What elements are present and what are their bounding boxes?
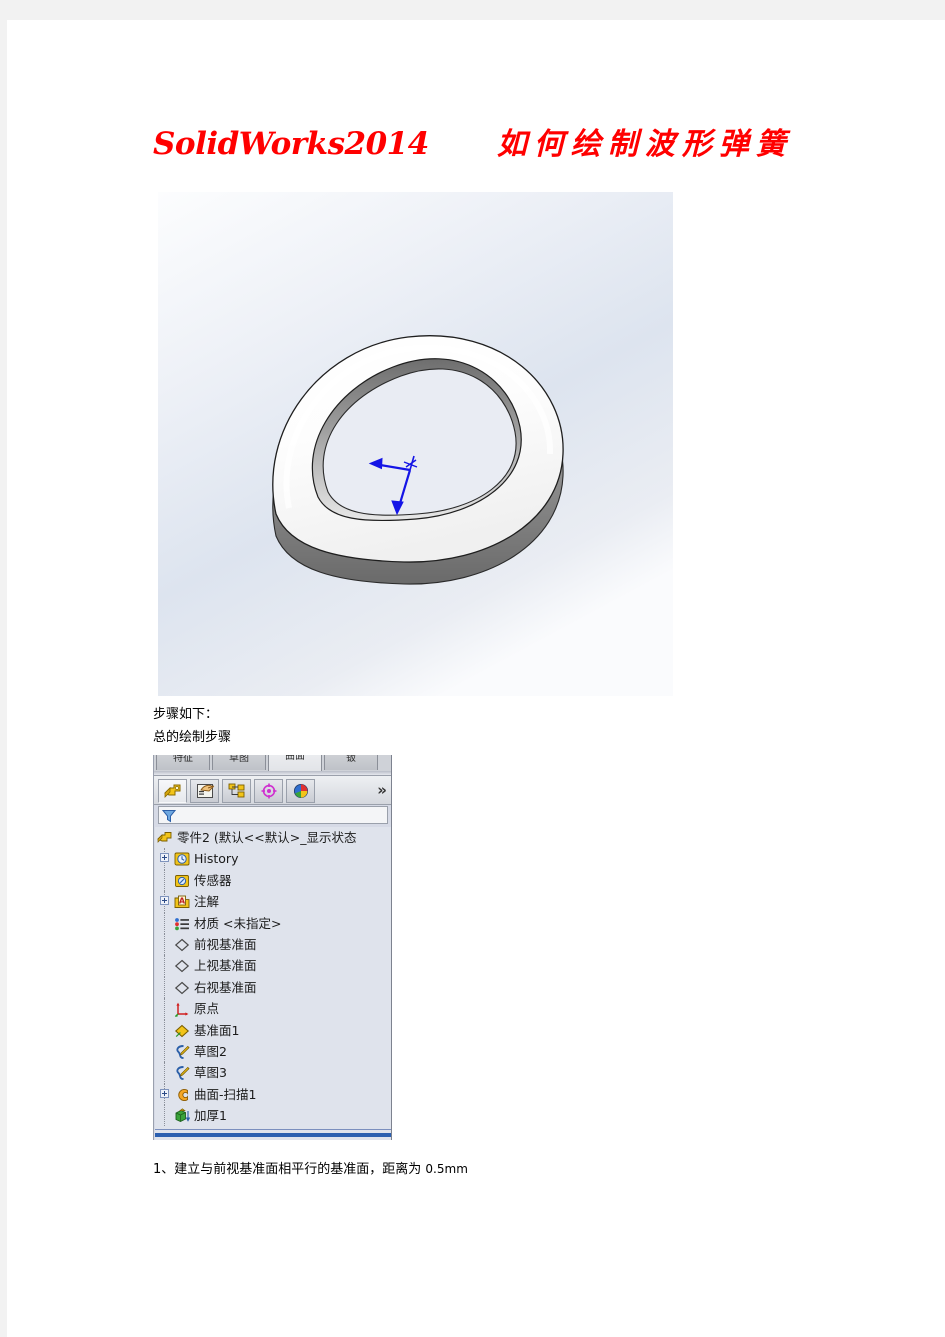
tree-item-label: 注解 <box>194 894 220 910</box>
plane-yellow-icon <box>174 1023 190 1039</box>
sketch-icon <box>174 1065 190 1081</box>
command-tab-surfaces[interactable]: 曲面 <box>268 755 322 771</box>
tree-item-material[interactable]: 材质 <未指定> <box>155 912 391 934</box>
tree-item-history[interactable]: History <box>155 848 391 870</box>
expand-toggle-icon[interactable] <box>160 1088 169 1098</box>
tree-guide-line <box>164 869 166 892</box>
feature-manager-design-tree-tab[interactable] <box>158 779 187 803</box>
expand-toggle-icon[interactable] <box>160 896 169 906</box>
tree-item-label: 草图3 <box>194 1065 227 1081</box>
tree-item-top-plane[interactable]: 上视基准面 <box>155 955 391 977</box>
tree-item-plane1[interactable]: 基准面1 <box>155 1019 391 1041</box>
tree-guide-line <box>164 998 166 1020</box>
tree-guide-line <box>164 933 166 956</box>
tree-guide-line <box>164 976 166 999</box>
tree-item-part-root[interactable]: 零件2 (默认<<默认>_显示状态 <box>155 827 391 848</box>
manager-tabs-overflow-button[interactable]: » <box>377 782 387 798</box>
feature-tree-icon <box>163 784 180 798</box>
panel-scroll-thumb[interactable] <box>155 1133 391 1137</box>
step-1-distance-value: 0.5mm <box>425 1162 468 1176</box>
command-tab-sketch[interactable]: 草图 <box>212 755 266 770</box>
filter-funnel-icon <box>162 810 176 823</box>
origin-icon <box>174 1001 190 1018</box>
tree-item-label: 前视基准面 <box>194 936 257 952</box>
overview-label: 总的绘制步骤 <box>153 730 232 745</box>
tree-item-label: 零件2 (默认<<默认>_显示状态 <box>177 830 357 845</box>
part-icon <box>157 830 173 846</box>
surface-sweep-icon <box>174 1087 190 1103</box>
dimxpert-manager-tab[interactable] <box>254 779 283 803</box>
command-tab-features[interactable]: 特征 <box>156 755 210 770</box>
tree-item-sensors[interactable]: 传感器 <box>155 869 391 892</box>
plane-icon <box>174 937 190 953</box>
step-1-text: 1、建立与前视基准面相平行的基准面，距离为 0.5mm <box>153 1158 468 1177</box>
tree-item-label: History <box>194 851 239 867</box>
plane-icon <box>174 980 190 996</box>
command-manager-tabs: 特征 草图 曲面 钣 <box>154 755 391 771</box>
tree-guide-line <box>164 955 166 977</box>
property-clipboard-icon <box>196 784 214 798</box>
material-icon <box>174 916 190 932</box>
document-page: SolidWorks2014 如何绘制波形弹簧 步骤如下： 总的绘制步骤 特征 … <box>7 20 945 1337</box>
display-sphere-icon <box>293 783 308 799</box>
expand-toggle-icon[interactable] <box>160 853 169 863</box>
tree-guide-line <box>164 1019 166 1041</box>
tree-item-label: 原点 <box>194 1001 220 1017</box>
page-title-subject: 如何绘制波形弹簧 <box>496 127 793 162</box>
step-1-description: 建立与前视基准面相平行的基准面，距离为 <box>174 1162 426 1177</box>
step-1-number: 1、 <box>153 1162 175 1177</box>
tree-item-sketch2[interactable]: 草图2 <box>155 1040 391 1063</box>
tree-item-label: 材质 <未指定> <box>194 915 282 931</box>
tree-item-sketch3[interactable]: 草图3 <box>155 1062 391 1084</box>
steps-heading: 步骤如下： <box>153 707 219 722</box>
feature-manager-design-tree[interactable]: 零件2 (默认<<默认>_显示状态 History 传感器 A 注解 材质 <未… <box>155 827 391 1130</box>
dimxpert-target-icon <box>261 783 276 799</box>
tree-item-thicken1[interactable]: 加厚1 <box>155 1105 391 1127</box>
tree-guide-line <box>164 1040 166 1063</box>
configuration-manager-tab[interactable] <box>222 779 251 803</box>
tree-guide-line <box>164 1105 166 1127</box>
wave-spring-3d-render <box>158 192 673 696</box>
thicken-icon <box>174 1108 191 1124</box>
tree-item-label: 加厚1 <box>194 1108 227 1124</box>
tree-item-label: 右视基准面 <box>194 979 257 995</box>
property-manager-tab[interactable] <box>190 779 219 803</box>
sensor-icon <box>174 873 190 889</box>
feature-tree-filter-input[interactable] <box>158 806 388 824</box>
tree-item-right-plane[interactable]: 右视基准面 <box>155 976 391 999</box>
tree-item-label: 上视基准面 <box>194 958 257 974</box>
annotation-icon: A <box>174 894 190 910</box>
sketch-icon <box>174 1044 190 1060</box>
tree-item-label: 曲面-扫描1 <box>194 1086 257 1102</box>
tree-guide-line <box>164 912 166 934</box>
tree-item-surface-sweep1[interactable]: 曲面-扫描1 <box>155 1083 391 1106</box>
page-title-product: SolidWorks2014 <box>153 126 429 162</box>
command-tab-sheetmetal[interactable]: 钣 <box>324 755 378 770</box>
solidworks-feature-manager-panel: 特征 草图 曲面 钣 » 零件2 (默认<<默认>_显示状态 History 传… <box>153 755 392 1140</box>
tree-item-origin[interactable]: 原点 <box>155 998 391 1020</box>
tree-item-label: 传感器 <box>194 872 232 888</box>
panel-bottom-scrollbar[interactable] <box>155 1129 391 1140</box>
page-title: SolidWorks2014 如何绘制波形弹簧 <box>153 116 853 176</box>
plane-icon <box>174 958 190 974</box>
tree-item-annotations[interactable]: A 注解 <box>155 891 391 913</box>
history-icon <box>174 851 190 867</box>
tree-item-front-plane[interactable]: 前视基准面 <box>155 933 391 956</box>
model-screenshot-figure <box>158 192 673 696</box>
configuration-icon <box>228 783 244 798</box>
tree-item-label: 基准面1 <box>194 1022 240 1038</box>
svg-text:A: A <box>179 897 186 906</box>
tree-guide-line <box>164 1062 166 1084</box>
manager-tab-row: » <box>154 776 391 805</box>
display-manager-tab[interactable] <box>286 779 315 803</box>
tree-item-label: 草图2 <box>194 1043 227 1059</box>
